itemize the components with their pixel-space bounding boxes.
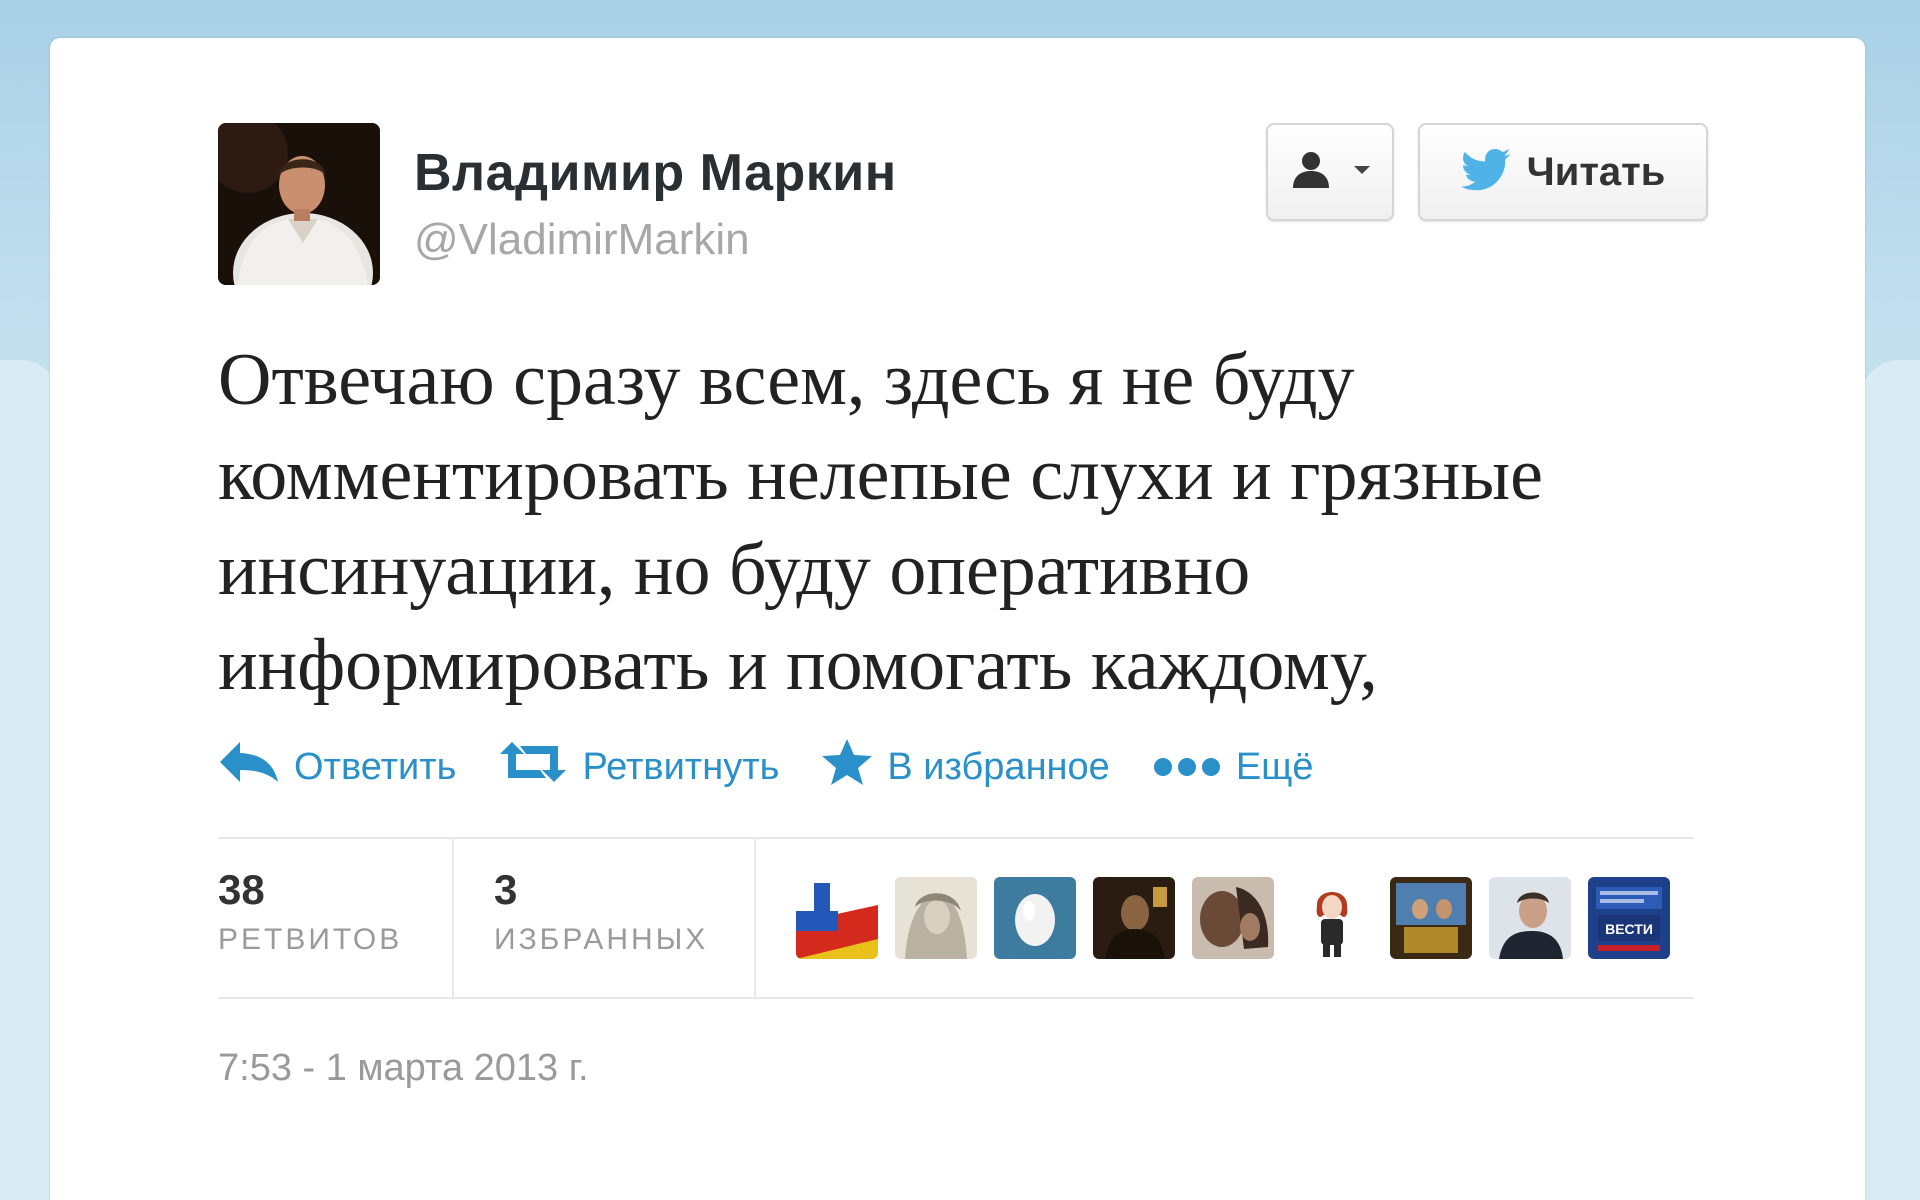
retweet-label: Ретвитнуть: [582, 745, 780, 788]
retweets-stat[interactable]: 38 РЕТВИТОВ: [218, 839, 454, 997]
tweet-text-line: инсинуации, но буду оперативно: [218, 529, 1251, 611]
user-handle[interactable]: @VladimirMarkin: [414, 213, 897, 267]
tweet-header: Владимир Маркин @VladimirMarkin Читать: [218, 123, 1708, 285]
retweeter-avatar[interactable]: [1390, 877, 1472, 959]
tweet-content: Владимир Маркин @VladimirMarkin Читать О…: [218, 123, 1708, 1090]
twitter-bird-icon: [1460, 148, 1513, 197]
retweet-icon: [498, 740, 568, 794]
avatar[interactable]: [218, 123, 380, 285]
more-label: Ещё: [1235, 745, 1314, 788]
tweet-text-line: информировать и помогать каждому,: [218, 624, 1378, 706]
retweets-label: РЕТВИТОВ: [218, 923, 403, 956]
reply-icon: [218, 740, 280, 794]
tweet-card: Владимир Маркин @VladimirMarkin Читать О…: [50, 38, 1865, 1200]
retweeter-avatar[interactable]: [1093, 877, 1175, 959]
favorites-count: 3: [494, 866, 518, 913]
reply-button[interactable]: Ответить: [218, 740, 456, 794]
vesti-avatar[interactable]: ВЕСТИ: [1588, 877, 1670, 959]
follow-button-label: Читать: [1526, 149, 1666, 194]
background-right: [1860, 360, 1920, 1200]
retweeter-avatar[interactable]: [796, 877, 878, 959]
user-icon: [1289, 150, 1353, 195]
retweeter-avatar[interactable]: [1291, 877, 1373, 959]
tweet-text-line: Отвечаю сразу всем, здесь я не буду: [218, 339, 1355, 421]
more-button[interactable]: Ещё: [1152, 746, 1314, 789]
tweet-text: Отвечаю сразу всем, здесь я не буду комм…: [218, 333, 1718, 713]
tweet-stats: 38 РЕТВИТОВ 3 ИЗБРАННЫХ ВЕСТИ: [218, 837, 1694, 999]
chevron-down-icon: [1353, 163, 1371, 181]
favorite-label: В избранное: [887, 745, 1110, 788]
user-fullname[interactable]: Владимир Маркин: [414, 143, 897, 203]
favorites-stat[interactable]: 3 ИЗБРАННЫХ: [454, 839, 756, 997]
retweeter-avatar[interactable]: [994, 877, 1076, 959]
tweet-text-line: комментировать нелепые слухи и грязные: [218, 434, 1543, 516]
more-dots-icon: [1152, 746, 1222, 789]
reply-label: Ответить: [294, 745, 457, 788]
user-names: Владимир Маркин @VladimirMarkin: [414, 143, 897, 267]
retweets-count: 38: [218, 866, 265, 913]
retweeter-avatar[interactable]: [895, 877, 977, 959]
favorite-button[interactable]: В избранное: [821, 738, 1110, 796]
retweeter-avatars: ВЕСТИ: [756, 839, 1670, 997]
favorites-label: ИЗБРАННЫХ: [494, 923, 709, 956]
tweet-timestamp[interactable]: 7:53 - 1 марта 2013 г.: [218, 1047, 1694, 1090]
vesti-label: ВЕСТИ: [1605, 921, 1653, 937]
star-icon: [821, 738, 873, 796]
tweet-actions: Ответить Ретвитнуть В избранное Ещё: [218, 737, 1694, 797]
retweet-button[interactable]: Ретвитнуть: [498, 740, 779, 794]
user-actions-button[interactable]: [1266, 123, 1394, 221]
follow-button[interactable]: Читать: [1418, 123, 1708, 221]
retweeter-avatar[interactable]: [1192, 877, 1274, 959]
retweeter-avatar[interactable]: [1489, 877, 1571, 959]
